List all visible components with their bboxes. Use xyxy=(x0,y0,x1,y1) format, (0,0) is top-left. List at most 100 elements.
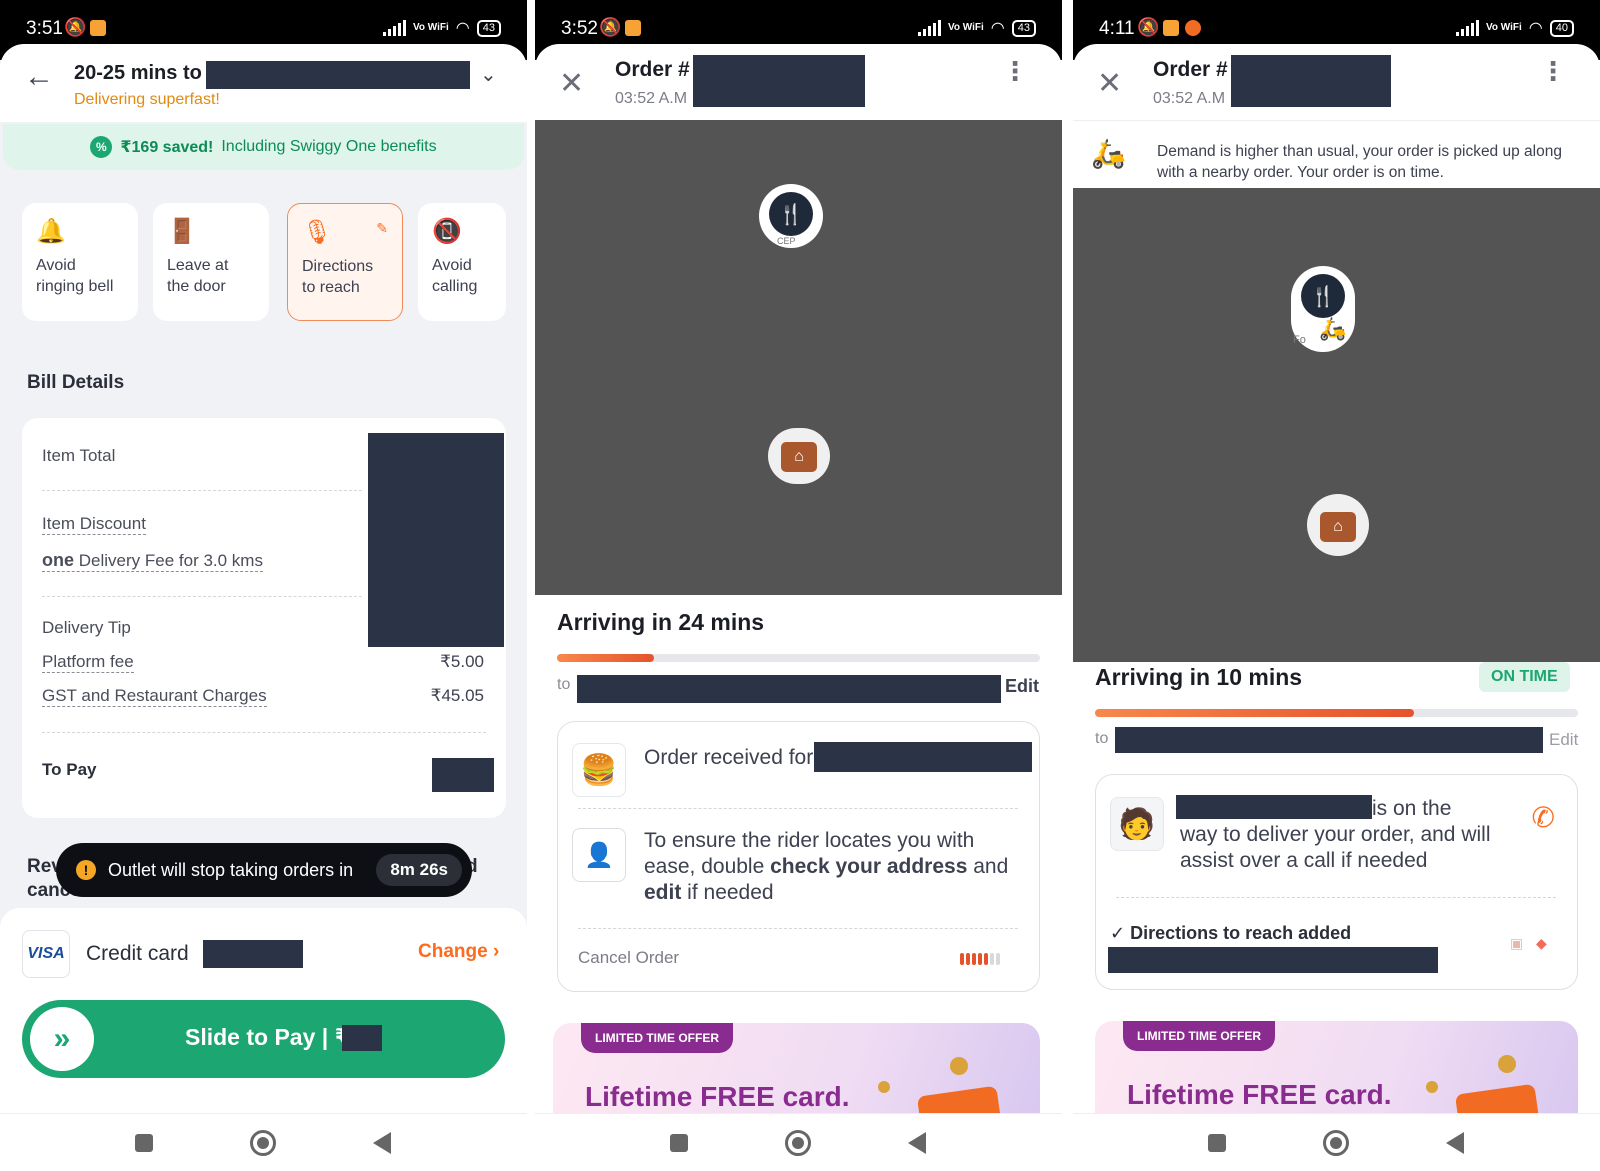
restaurant-label: CEP xyxy=(777,236,796,246)
silent-icon: 🔕 xyxy=(1137,17,1160,37)
toast-timer: 8m 26s xyxy=(376,854,462,886)
rider-status-b: way to deliver your order, and will assi… xyxy=(1180,823,1491,872)
savings-text: Including Swiggy One benefits xyxy=(221,138,437,155)
change-payment-button[interactable]: Change › xyxy=(418,941,499,963)
item-discount-label[interactable]: Item Discount xyxy=(42,514,146,535)
instruction-leave-door[interactable]: 🚪 Leave at the door xyxy=(153,203,269,321)
item-total-label: Item Total xyxy=(42,446,116,465)
offer-headline: Lifetime FREE card. xyxy=(585,1081,850,1112)
order-header: ✕ Order # 03:52 A.M ⋮ xyxy=(1073,44,1600,120)
instruction-label: Directions to reach xyxy=(302,258,374,296)
offer-headline: Lifetime FREE card. xyxy=(1127,1079,1392,1110)
rider-note: To ensure the rider locates you with eas… xyxy=(644,828,1014,906)
silent-icon: 🔕 xyxy=(599,17,622,37)
cancel-order-button[interactable]: Cancel Order xyxy=(578,948,679,968)
microphone-icon: 🎙 xyxy=(302,219,333,246)
signal-icon xyxy=(382,20,406,36)
coin-icon xyxy=(1426,1081,1438,1093)
eta-progress xyxy=(557,654,1040,662)
vowifi-label: Vo WiFi xyxy=(947,22,984,33)
wifi-icon: ◠ xyxy=(455,20,470,37)
signal-icon xyxy=(1455,20,1479,36)
offer-tag: LIMITED TIME OFFER xyxy=(581,1023,733,1053)
address-redaction xyxy=(1115,727,1543,753)
home-button[interactable] xyxy=(1323,1130,1349,1156)
back-button[interactable] xyxy=(908,1132,926,1154)
battery-icon: 43 xyxy=(1011,19,1036,37)
order-header: ✕ Order # 03:52 A.M ⋮ xyxy=(535,44,1062,120)
bike-icon: 🛵 xyxy=(1091,138,1126,169)
check-address-link[interactable]: check your address xyxy=(770,855,967,878)
payment-method: Credit card xyxy=(86,942,189,965)
rider-note-part: if needed xyxy=(681,881,774,904)
gst-label[interactable]: GST and Restaurant Charges xyxy=(42,686,267,707)
vowifi-label: Vo WiFi xyxy=(412,22,449,33)
offer-tag: LIMITED TIME OFFER xyxy=(1123,1021,1275,1051)
delivery-map[interactable]: 🍴 CEP ⌂ xyxy=(535,120,1062,595)
app-notification-icon xyxy=(625,20,641,36)
eta-progress xyxy=(1095,709,1578,717)
address-redaction xyxy=(577,675,1001,703)
call-rider-icon[interactable]: ✆ xyxy=(1532,801,1555,834)
edit-link[interactable]: edit xyxy=(644,881,681,904)
edit-address-button[interactable]: Edit xyxy=(1549,730,1578,750)
toast-text: Outlet will stop taking orders in xyxy=(108,859,354,880)
order-status-card: 🍔 Order received for 👤 To ensure the rid… xyxy=(557,721,1040,992)
directions-redaction xyxy=(1108,947,1438,973)
recents-button[interactable] xyxy=(135,1134,153,1152)
order-time: 03:52 A.M xyxy=(1153,90,1226,107)
card-number-redaction xyxy=(203,940,303,968)
edit-address-button[interactable]: Edit xyxy=(1005,676,1039,697)
home-button[interactable] xyxy=(785,1130,811,1156)
instruction-directions[interactable]: 🎙 ✎ Directions to reach xyxy=(287,203,403,321)
instruction-label: Leave at the door xyxy=(167,257,229,295)
eta-progress-fill xyxy=(557,654,654,662)
home-icon: ⌂ xyxy=(1320,512,1356,542)
back-button[interactable] xyxy=(373,1132,391,1154)
instruction-avoid-calling[interactable]: 📵 Avoid calling xyxy=(418,203,506,321)
rider-name-redaction xyxy=(1176,795,1372,819)
recents-button[interactable] xyxy=(1208,1134,1226,1152)
close-icon[interactable]: ✕ xyxy=(1097,66,1122,101)
on-time-badge: ON TIME xyxy=(1479,662,1570,692)
recents-button[interactable] xyxy=(670,1134,688,1152)
delivery-fee-row[interactable]: one Delivery Fee for 3.0 kms xyxy=(42,550,263,572)
restaurant-pin[interactable]: 🍴 CEP xyxy=(759,184,823,248)
home-pin[interactable]: ⌂ xyxy=(1307,494,1369,556)
close-icon[interactable]: ✕ xyxy=(559,66,584,101)
tracking-screen-2: 4:11 🔕 Vo WiFi ◠ 40 ✕ Order # 03:52 A.M … xyxy=(1073,0,1600,1171)
battery-icon: 40 xyxy=(1549,19,1574,37)
home-button[interactable] xyxy=(250,1130,276,1156)
more-options-icon[interactable]: ⋮ xyxy=(1540,58,1566,84)
restaurant-pin[interactable]: 🍴 🛵 Fo xyxy=(1291,266,1355,352)
instruction-avoid-bell[interactable]: 🔔 Avoid ringing bell xyxy=(22,203,138,321)
rider-note-part: and xyxy=(967,855,1009,878)
order-time: 03:52 A.M xyxy=(615,90,688,107)
platform-fee-value: ₹5.00 xyxy=(440,652,484,671)
change-label: Change xyxy=(418,941,488,962)
warning-icon: ! xyxy=(76,860,96,880)
wifi-icon: ◠ xyxy=(990,20,1005,37)
slide-to-pay[interactable]: » Slide to Pay | ₹ xyxy=(22,1000,505,1078)
eta-progress-fill xyxy=(1095,709,1414,717)
arriving-title: Arriving in 10 mins xyxy=(1095,664,1303,690)
platform-fee-label[interactable]: Platform fee xyxy=(42,652,134,673)
eta-header: ← 20-25 mins to ⌄ Delivering superfast! xyxy=(0,44,527,122)
rider-status-a: is on the xyxy=(1372,797,1452,820)
door-icon: 🚪 xyxy=(167,218,197,245)
back-arrow-icon[interactable]: ← xyxy=(24,60,54,94)
to-label: to xyxy=(557,676,571,693)
to-pay-label: To Pay xyxy=(42,760,97,779)
app-notification-icon xyxy=(1163,20,1179,36)
more-options-icon[interactable]: ⋮ xyxy=(1002,58,1028,84)
back-button[interactable] xyxy=(1446,1132,1464,1154)
restaurant-redaction xyxy=(814,742,1032,772)
home-pin[interactable]: ⌂ xyxy=(768,428,830,484)
wifi-icon: ◠ xyxy=(1528,20,1543,37)
chevron-down-icon[interactable]: ⌄ xyxy=(480,62,497,87)
batched-order-notice: 🛵 Demand is higher than usual, your orde… xyxy=(1073,120,1600,188)
restaurant-label: Fo xyxy=(1293,334,1306,346)
edit-icon[interactable]: ✎ xyxy=(376,218,388,239)
delivery-map[interactable]: 🍴 🛵 Fo ⌂ xyxy=(1073,188,1600,662)
slide-arrows-icon[interactable]: » xyxy=(30,1007,94,1071)
